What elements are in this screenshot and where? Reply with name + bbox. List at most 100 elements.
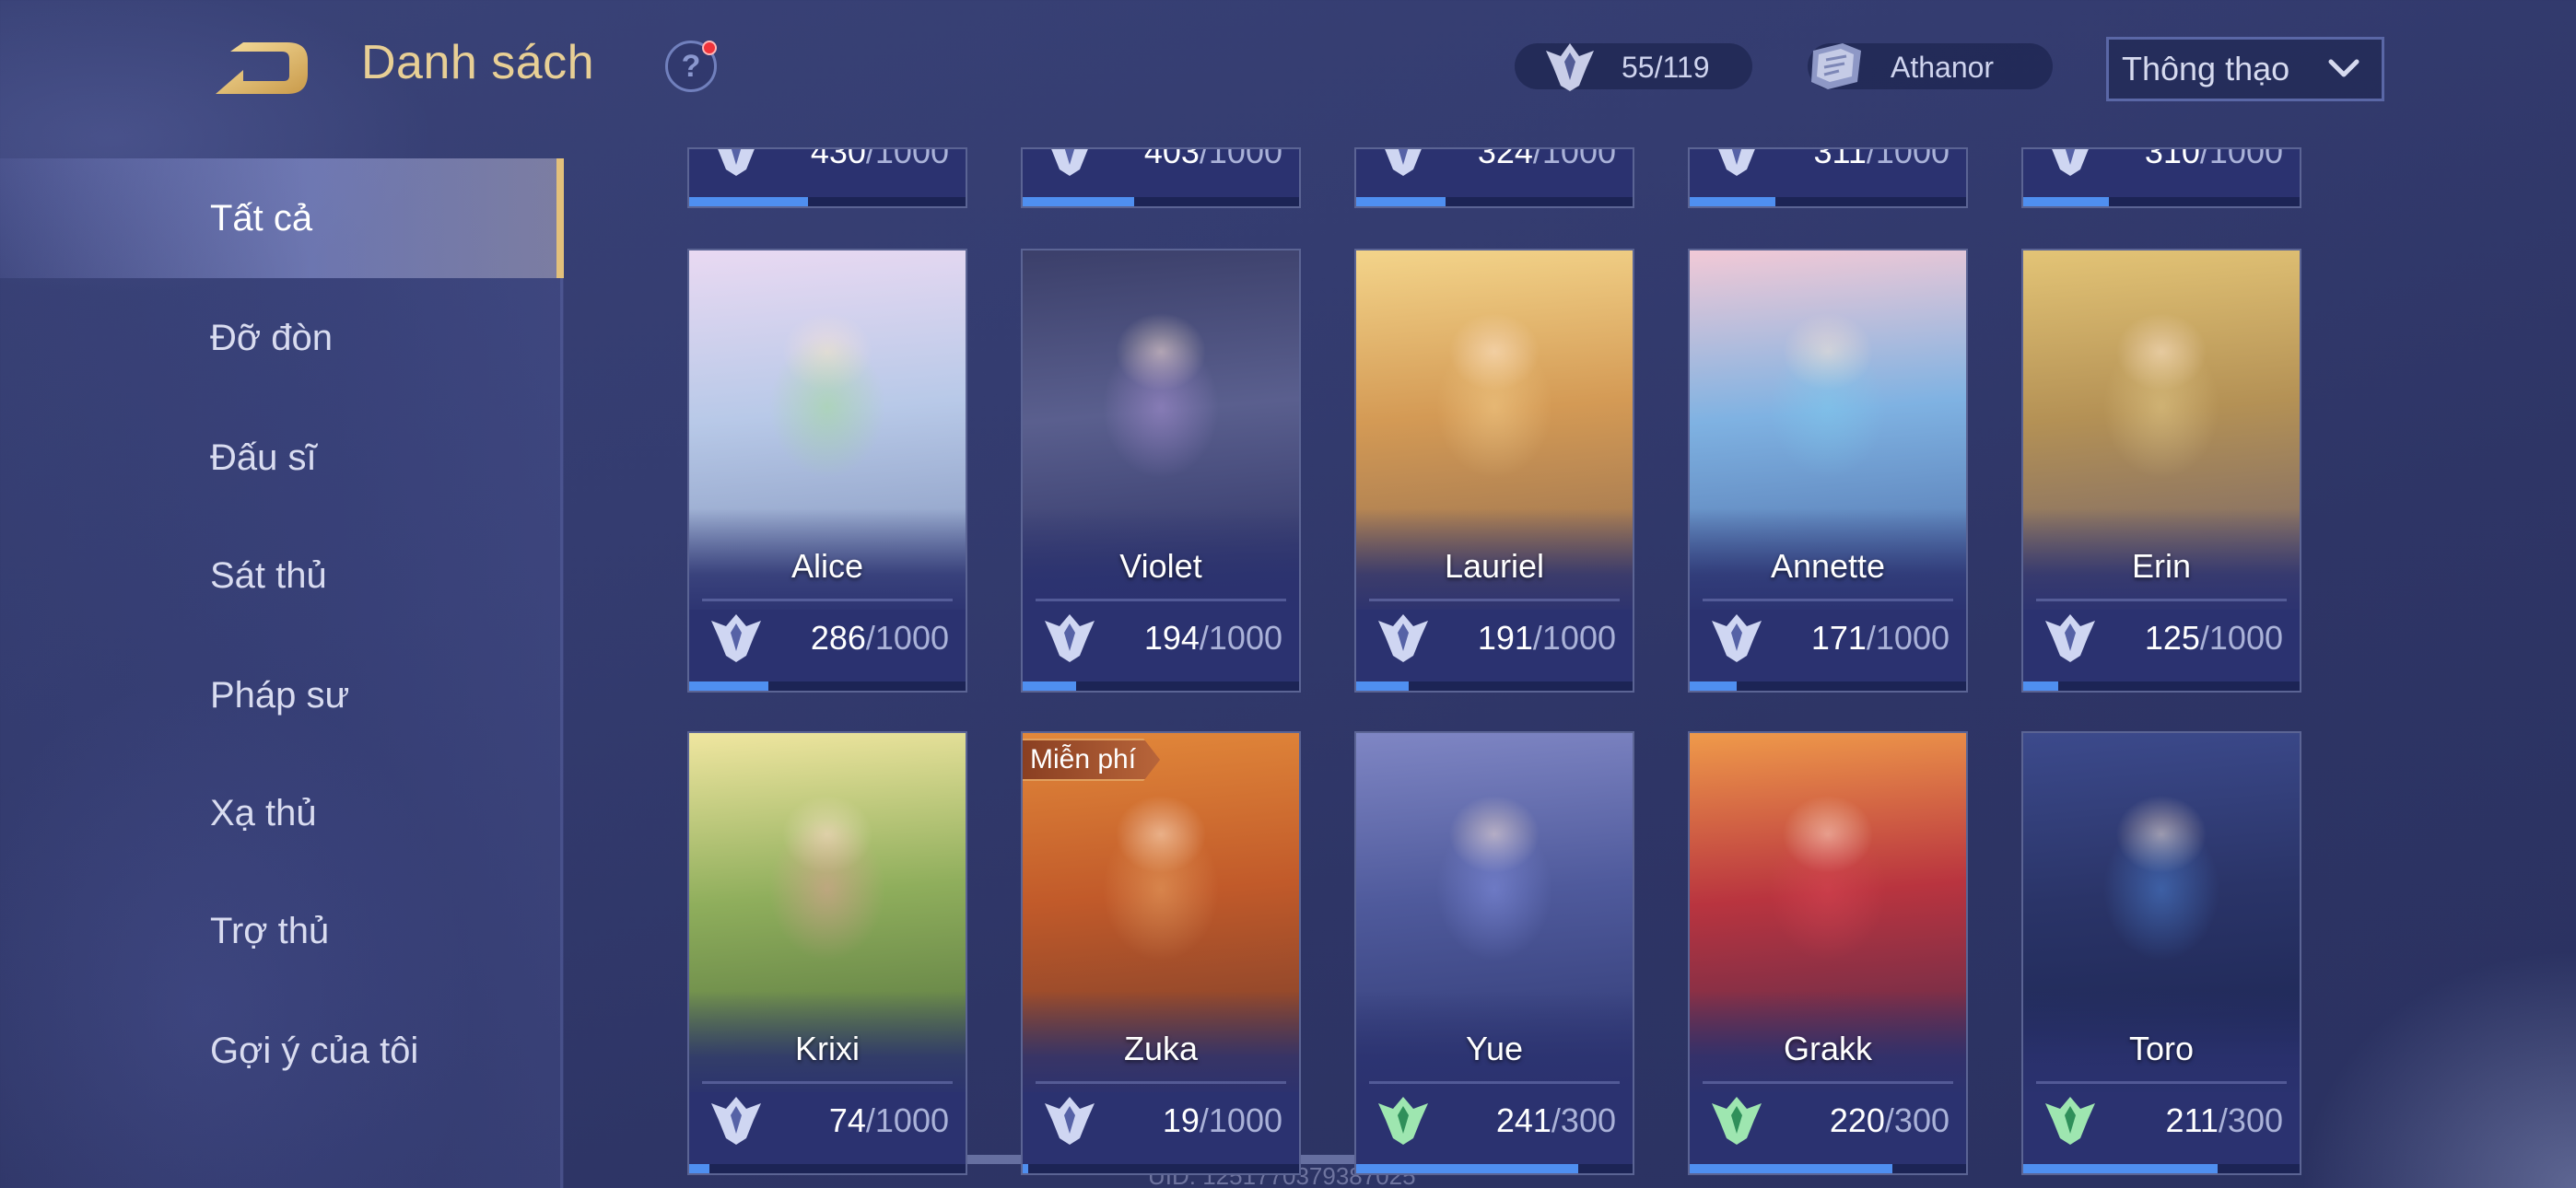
sidebar-item-mage[interactable]: Pháp sư	[0, 635, 564, 755]
sidebar-item-fighter[interactable]: Đấu sĩ	[0, 398, 564, 518]
card-divider	[702, 599, 953, 601]
mastery-points-max: /1000	[1532, 619, 1616, 657]
card-divider	[1369, 599, 1620, 601]
hero-card[interactable]: Zuka 19/1000 Miễn phí	[1021, 731, 1301, 1175]
hero-card-partial[interactable]: 311/1000	[1688, 147, 1968, 208]
mastery-progress-fill	[1356, 681, 1410, 691]
sidebar-item-label: Gợi ý của tôi	[210, 1030, 419, 1071]
sidebar-item-tank[interactable]: Đỡ đòn	[0, 278, 564, 398]
hero-card-partial[interactable]: 430/1000	[687, 147, 967, 208]
mastery-emblem-icon	[2042, 1094, 2099, 1147]
mastery-progress-fill	[689, 681, 768, 691]
mastery-emblem-icon	[708, 611, 765, 665]
hero-card-partial[interactable]: 403/1000	[1021, 147, 1301, 208]
sidebar-item-label: Đấu sĩ	[210, 437, 317, 478]
mastery-points-max: /1000	[1199, 147, 1282, 170]
mastery-progress-bar	[2023, 681, 2300, 691]
sidebar-item-label: Trợ thủ	[210, 910, 330, 951]
mastery-emblem-icon	[1708, 611, 1765, 665]
mastery-count: 55/119	[1622, 51, 1710, 84]
hero-name: Yue	[1465, 1030, 1524, 1067]
hero-name: Erin	[2131, 547, 2192, 585]
mastery-points-max: /300	[2218, 1101, 2283, 1139]
sidebar-item-support[interactable]: Trợ thủ	[0, 871, 564, 991]
mastery-emblem-icon	[1375, 611, 1432, 665]
mastery-points: 324/1000	[1477, 147, 1616, 171]
chevron-down-icon	[2328, 59, 2359, 77]
hero-card[interactable]: Krixi 74/1000	[687, 731, 967, 1175]
mastery-emblem-icon	[1708, 1094, 1765, 1147]
page-title: Danh sách	[361, 36, 595, 89]
sidebar-item-assassin[interactable]: Sát thủ	[0, 516, 564, 635]
mastery-points-value: 19	[1162, 1101, 1200, 1139]
mastery-points: 403/1000	[1143, 147, 1282, 171]
mastery-points: 74/1000	[829, 1101, 949, 1140]
top-bar: Danh sách ? 55/119 Athanor Thông thạo	[0, 0, 2576, 138]
mastery-emblem-icon	[1041, 611, 1098, 665]
hero-card[interactable]: Grakk 220/300	[1688, 731, 1968, 1175]
mastery-points: 310/1000	[2144, 147, 2283, 171]
region-selector[interactable]: Athanor	[1808, 43, 2053, 89]
sort-dropdown[interactable]: Thông thạo	[2106, 37, 2384, 101]
mastery-points: 220/300	[1830, 1101, 1950, 1140]
mastery-progress-fill	[2023, 1164, 2218, 1173]
sidebar-item-marksman[interactable]: Xạ thủ	[0, 753, 564, 873]
card-divider	[2036, 599, 2287, 601]
mastery-points: 191/1000	[1478, 619, 1616, 658]
mastery-points-value: 403	[1143, 147, 1200, 170]
sidebar-item-label: Đỡ đòn	[210, 317, 333, 358]
hero-card[interactable]: Alice 286/1000	[687, 249, 967, 693]
mastery-points-value: 324	[1477, 147, 1533, 170]
sidebar-item-my-suggestions[interactable]: Gợi ý của tôi	[0, 991, 564, 1111]
mastery-progress-bar	[1356, 1164, 1633, 1173]
card-divider	[1036, 599, 1286, 601]
mastery-points-max: /1000	[1866, 147, 1950, 170]
mastery-points-max: /1000	[865, 147, 949, 170]
hero-card[interactable]: Violet 194/1000	[1021, 249, 1301, 693]
mastery-progress-bar	[1023, 681, 1299, 691]
free-tag: Miễn phí	[1023, 739, 1161, 781]
back-arrow-icon	[216, 42, 308, 94]
mastery-points-max: /300	[1884, 1101, 1950, 1139]
sidebar-item-all[interactable]: Tất cả	[0, 158, 564, 278]
sidebar-item-label: Pháp sư	[210, 674, 350, 716]
mastery-progress-fill	[689, 1164, 710, 1173]
mastery-points-value: 194	[1143, 619, 1200, 657]
mastery-points-max: /1000	[1532, 147, 1616, 170]
hero-card[interactable]: Annette 171/1000	[1688, 249, 1968, 693]
mastery-emblem-icon	[1708, 149, 1765, 179]
mastery-emblem-icon	[2042, 611, 2099, 665]
mastery-points-value: 125	[2144, 619, 2200, 657]
hero-card[interactable]: Erin 125/1000	[2021, 249, 2301, 693]
mastery-points: 241/300	[1496, 1101, 1616, 1140]
mastery-emblem-icon	[708, 149, 765, 179]
hero-card[interactable]: Lauriel 191/1000	[1354, 249, 1634, 693]
mastery-points-max: /1000	[1199, 1101, 1282, 1139]
mastery-progress-bar	[1690, 197, 1966, 206]
mastery-emblem-icon	[708, 1094, 765, 1147]
mastery-progress-bar	[1356, 197, 1633, 206]
hero-card[interactable]: Toro 211/300	[2021, 731, 2301, 1175]
mastery-points-max: /1000	[2199, 147, 2283, 170]
mastery-progress-fill	[1023, 197, 1134, 206]
mastery-progress-bar	[1356, 681, 1633, 691]
mastery-progress-bar	[1023, 197, 1299, 206]
card-divider	[1703, 599, 1953, 601]
mastery-points-value: 310	[2144, 147, 2200, 170]
mastery-progress-bar	[2023, 197, 2300, 206]
mastery-progress-fill	[1690, 681, 1738, 691]
card-divider	[1036, 1081, 1286, 1084]
sidebar-item-label: Tất cả	[210, 197, 313, 239]
mastery-points-value: 311	[1813, 147, 1867, 170]
back-button[interactable]	[212, 39, 319, 98]
hero-card[interactable]: Yue 241/300	[1354, 731, 1634, 1175]
hero-name: Lauriel	[1444, 547, 1545, 585]
mastery-points-value: 74	[828, 1101, 866, 1139]
hero-card-partial[interactable]: 310/1000	[2021, 147, 2301, 208]
mastery-points-max: /1000	[1199, 619, 1282, 657]
hero-card-partial[interactable]: 324/1000	[1354, 147, 1634, 208]
mastery-progress-fill	[1023, 1164, 1028, 1173]
mastery-points: 311/1000	[1813, 147, 1950, 171]
mastery-points-value: 241	[1495, 1101, 1551, 1139]
sidebar-item-label: Sát thủ	[210, 554, 327, 596]
